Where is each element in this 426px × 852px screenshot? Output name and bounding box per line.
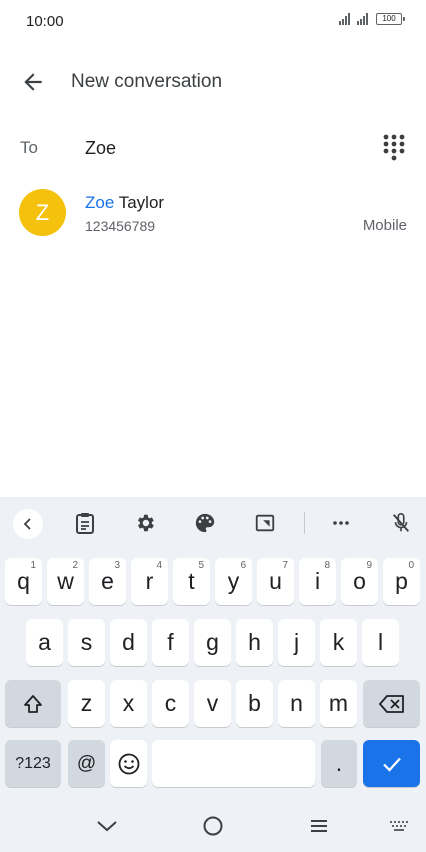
key-j[interactable]: j xyxy=(278,619,315,666)
key-l[interactable]: l xyxy=(362,619,399,666)
status-bar: 10:00 100 xyxy=(0,0,426,44)
key-n[interactable]: n xyxy=(278,680,315,727)
period-key[interactable]: . xyxy=(321,740,357,787)
signal-icon xyxy=(339,13,350,25)
shift-key[interactable] xyxy=(5,680,61,727)
keyboard-switch-icon[interactable] xyxy=(384,811,414,841)
page-title: New conversation xyxy=(71,71,223,92)
space-key[interactable] xyxy=(152,740,315,787)
key-y[interactable]: y6 xyxy=(215,558,252,605)
key-u[interactable]: u7 xyxy=(257,558,294,605)
keyboard: q1 w2 e3 r4 t5 y6 u7 i8 o9 p0 a s d f g … xyxy=(0,497,426,799)
clipboard-icon[interactable] xyxy=(72,510,98,536)
backspace-key[interactable] xyxy=(363,680,420,727)
done-key[interactable] xyxy=(363,740,420,787)
back-arrow-icon[interactable] xyxy=(20,69,46,95)
home-circle-icon[interactable] xyxy=(198,811,228,841)
key-f[interactable]: f xyxy=(152,619,189,666)
symbols-key[interactable]: ?123 xyxy=(5,740,61,787)
contact-suggestion[interactable]: Z Zoe Taylor 123456789 Mobile xyxy=(0,182,426,246)
checkmark-icon xyxy=(382,757,401,772)
floating-keyboard-icon[interactable] xyxy=(252,510,278,536)
key-w[interactable]: w2 xyxy=(47,558,84,605)
signal-icon-2 xyxy=(357,13,368,25)
key-v[interactable]: v xyxy=(194,680,231,727)
key-k[interactable]: k xyxy=(320,619,357,666)
toolbar-collapse-icon[interactable] xyxy=(13,509,43,539)
key-r[interactable]: r4 xyxy=(131,558,168,605)
backspace-icon xyxy=(378,694,404,713)
contact-name-match: Zoe xyxy=(85,193,115,212)
at-key[interactable]: @ xyxy=(68,740,105,787)
mic-off-icon[interactable] xyxy=(388,510,414,536)
avatar: Z xyxy=(19,189,66,236)
key-q[interactable]: q1 xyxy=(5,558,42,605)
key-s[interactable]: s xyxy=(68,619,105,666)
key-o[interactable]: o9 xyxy=(341,558,378,605)
key-d[interactable]: d xyxy=(110,619,147,666)
more-options-icon[interactable] xyxy=(328,510,354,536)
shift-arrow-icon xyxy=(24,694,42,713)
key-z[interactable]: z xyxy=(68,680,105,727)
theme-palette-icon[interactable] xyxy=(192,510,218,536)
key-t[interactable]: t5 xyxy=(173,558,210,605)
dialpad-icon[interactable] xyxy=(383,134,405,162)
keyboard-toolbar xyxy=(0,497,426,550)
app-bar: New conversation xyxy=(0,56,426,108)
contact-name: Zoe Taylor xyxy=(85,193,164,213)
emoji-key[interactable] xyxy=(110,740,147,787)
toolbar-divider xyxy=(304,512,305,534)
to-label: To xyxy=(20,138,38,157)
hide-keyboard-chevron-icon[interactable] xyxy=(92,811,122,841)
key-b[interactable]: b xyxy=(236,680,273,727)
key-m[interactable]: m xyxy=(320,680,357,727)
key-g[interactable]: g xyxy=(194,619,231,666)
contact-number: 123456789 xyxy=(85,218,156,234)
settings-gear-icon[interactable] xyxy=(132,510,158,536)
key-i[interactable]: i8 xyxy=(299,558,336,605)
battery-icon: 100 xyxy=(376,13,405,25)
key-c[interactable]: c xyxy=(152,680,189,727)
key-x[interactable]: x xyxy=(110,680,147,727)
key-h[interactable]: h xyxy=(236,619,273,666)
status-time: 10:00 xyxy=(26,13,64,30)
emoji-icon xyxy=(118,753,139,774)
status-icons: 100 xyxy=(339,13,405,25)
recipient-input[interactable] xyxy=(85,134,355,162)
menu-lines-icon[interactable] xyxy=(304,811,334,841)
contact-name-rest: Taylor xyxy=(114,193,165,212)
key-e[interactable]: e3 xyxy=(89,558,126,605)
contact-number-type: Mobile xyxy=(362,217,407,234)
recipient-row: To xyxy=(0,126,426,170)
key-p[interactable]: p0 xyxy=(383,558,420,605)
system-nav-bar xyxy=(0,799,426,852)
key-a[interactable]: a xyxy=(26,619,63,666)
